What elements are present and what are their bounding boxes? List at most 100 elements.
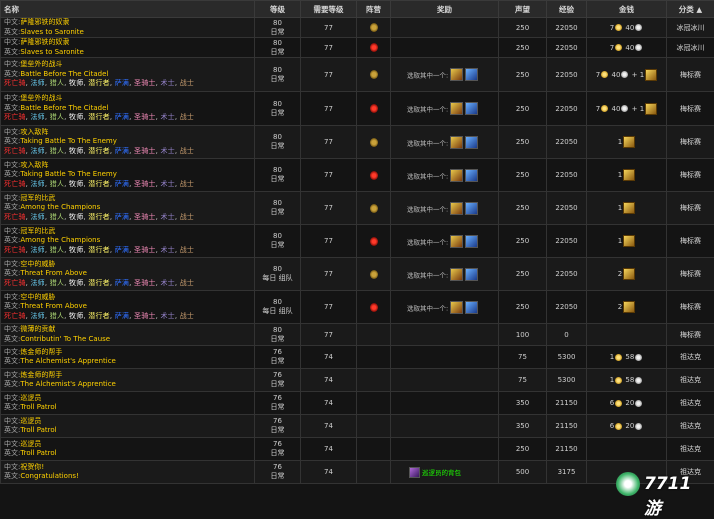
table-row[interactable]: 中文:祝贺你!英文:Congratulations!76日常74巡逻员的背包50… <box>1 461 714 484</box>
quest-name-cn[interactable]: 攻入敌阵 <box>20 161 48 169</box>
category-cell[interactable]: 祖达克 <box>667 415 714 438</box>
table-row[interactable]: 中文:炼金师的帮手英文:The Alchemist's Apprentice76… <box>1 346 714 369</box>
class-lock[interactable]: 术士 <box>160 147 174 155</box>
class-dk[interactable]: 死亡骑 <box>4 312 26 320</box>
table-row[interactable]: 中文:巡逻员英文:Troll Patrol76日常7425021150祖达克 <box>1 438 714 461</box>
class-rogue[interactable]: 潜行者 <box>88 79 110 87</box>
table-row[interactable]: 中文:冠军的比武英文:Among the Champions死亡骑, 法师, 猎… <box>1 225 714 258</box>
class-hunter[interactable]: 猎人 <box>50 312 64 320</box>
quest-name-cn[interactable]: 微薄的贡献 <box>20 325 55 333</box>
table-row[interactable]: 中文:堡垒外的战斗英文:Battle Before The Citadel死亡骑… <box>1 92 714 126</box>
category-cell[interactable]: 梅标赛 <box>667 324 714 346</box>
class-shaman[interactable]: 萨满 <box>115 180 129 188</box>
class-priest[interactable]: 牧师 <box>69 79 83 87</box>
table-row[interactable]: 中文:攻入敌阵英文:Taking Battle To The Enemy死亡骑,… <box>1 126 714 159</box>
class-hunter[interactable]: 猎人 <box>50 279 64 287</box>
header-rep[interactable]: 声望 <box>499 1 547 18</box>
table-row[interactable]: 中文:萨隆邪铁的奴隶英文:Slaves to Saronite80日常77250… <box>1 38 714 58</box>
quest-name-cn[interactable]: 巡逻员 <box>20 440 41 448</box>
class-priest[interactable]: 牧师 <box>69 213 83 221</box>
class-warrior[interactable]: 战士 <box>180 312 194 320</box>
class-rogue[interactable]: 潜行者 <box>88 213 110 221</box>
class-lock[interactable]: 术士 <box>160 312 174 320</box>
class-warrior[interactable]: 战士 <box>180 147 194 155</box>
header-side[interactable]: 阵营 <box>357 1 391 18</box>
table-row[interactable]: 中文:炼金师的帮手英文:The Alchemist's Apprentice76… <box>1 369 714 392</box>
reward-item-icon[interactable] <box>465 136 478 149</box>
class-mage[interactable]: 法师 <box>30 79 44 87</box>
table-row[interactable]: 中文:空中的威胁英文:Threat From Above死亡骑, 法师, 猎人,… <box>1 258 714 291</box>
quest-name-en[interactable]: The Alchemist's Apprentice <box>20 357 116 365</box>
class-shaman[interactable]: 萨满 <box>115 246 129 254</box>
class-shaman[interactable]: 萨满 <box>115 147 129 155</box>
header-req-level[interactable]: 需要等级 <box>301 1 357 18</box>
reward-item-icon[interactable] <box>465 235 478 248</box>
class-paladin[interactable]: 圣骑士 <box>134 147 156 155</box>
class-mage[interactable]: 法师 <box>30 246 44 254</box>
quest-name-en[interactable]: Contributin' To The Cause <box>20 335 110 343</box>
reward-item-icon[interactable] <box>465 102 478 115</box>
class-dk[interactable]: 死亡骑 <box>4 246 26 254</box>
class-dk[interactable]: 死亡骑 <box>4 79 26 87</box>
class-mage[interactable]: 法师 <box>30 147 44 155</box>
reward-item-icon[interactable] <box>450 235 463 248</box>
quest-name-cn[interactable]: 祝贺你! <box>20 463 44 471</box>
reward-item-icon[interactable] <box>465 202 478 215</box>
category-cell[interactable]: 梅标赛 <box>667 126 714 159</box>
class-rogue[interactable]: 潜行者 <box>88 279 110 287</box>
class-dk[interactable]: 死亡骑 <box>4 113 26 121</box>
table-row[interactable]: 中文:冠军的比武英文:Among the Champions死亡骑, 法师, 猎… <box>1 192 714 225</box>
class-dk[interactable]: 死亡骑 <box>4 279 26 287</box>
quest-name-cn[interactable]: 空中的威胁 <box>20 293 55 301</box>
class-paladin[interactable]: 圣骑士 <box>134 312 156 320</box>
header-level[interactable]: 等级 <box>255 1 301 18</box>
class-mage[interactable]: 法师 <box>30 312 44 320</box>
header-xp[interactable]: 经验 <box>547 1 587 18</box>
quest-name-cn[interactable]: 炼金师的帮手 <box>20 348 62 356</box>
quest-name-en[interactable]: The Alchemist's Apprentice <box>20 380 116 388</box>
table-row[interactable]: 中文:巡逻员英文:Troll Patrol76日常74350211506 20祖… <box>1 392 714 415</box>
class-warrior[interactable]: 战士 <box>180 79 194 87</box>
quest-name-cn[interactable]: 炼金师的帮手 <box>20 371 62 379</box>
header-money[interactable]: 金钱 <box>587 1 667 18</box>
class-shaman[interactable]: 萨满 <box>115 79 129 87</box>
quest-name-en[interactable]: Among the Champions <box>20 203 100 211</box>
class-paladin[interactable]: 圣骑士 <box>134 113 156 121</box>
table-row[interactable]: 中文:微薄的贡献英文:Contributin' To The Cause80日常… <box>1 324 714 346</box>
category-cell[interactable]: 祖达克 <box>667 438 714 461</box>
quest-name-en[interactable]: Threat From Above <box>20 269 87 277</box>
table-row[interactable]: 中文:巡逻员英文:Troll Patrol76日常74350211506 20祖… <box>1 415 714 438</box>
reward-bag-link[interactable]: 巡逻员的背包 <box>422 469 461 477</box>
quest-name-cn[interactable]: 巡逻员 <box>20 394 41 402</box>
category-cell[interactable]: 祖达克 <box>667 369 714 392</box>
class-mage[interactable]: 法师 <box>30 180 44 188</box>
quest-name-cn[interactable]: 空中的威胁 <box>20 260 55 268</box>
class-rogue[interactable]: 潜行者 <box>88 113 110 121</box>
class-hunter[interactable]: 猎人 <box>50 79 64 87</box>
header-rewards[interactable]: 奖励 <box>391 1 499 18</box>
quest-name-en[interactable]: Slaves to Saronite <box>20 28 83 36</box>
class-rogue[interactable]: 潜行者 <box>88 180 110 188</box>
reward-item-icon[interactable] <box>450 301 463 314</box>
category-cell[interactable]: 祖达克 <box>667 346 714 369</box>
class-hunter[interactable]: 猎人 <box>50 246 64 254</box>
reward-item-icon[interactable] <box>465 268 478 281</box>
class-priest[interactable]: 牧师 <box>69 180 83 188</box>
class-paladin[interactable]: 圣骑士 <box>134 246 156 254</box>
category-cell[interactable]: 梅标赛 <box>667 192 714 225</box>
reward-item-icon[interactable] <box>450 202 463 215</box>
class-shaman[interactable]: 萨满 <box>115 312 129 320</box>
table-row[interactable]: 中文:空中的威胁英文:Threat From Above死亡骑, 法师, 猎人,… <box>1 291 714 324</box>
quest-name-en[interactable]: Threat From Above <box>20 302 87 310</box>
class-lock[interactable]: 术士 <box>160 213 174 221</box>
category-cell[interactable]: 梅标赛 <box>667 291 714 324</box>
class-priest[interactable]: 牧师 <box>69 113 83 121</box>
class-warrior[interactable]: 战士 <box>180 279 194 287</box>
quest-name-cn[interactable]: 堡垒外的战斗 <box>20 60 62 68</box>
reward-item-icon[interactable] <box>465 301 478 314</box>
class-lock[interactable]: 术士 <box>160 79 174 87</box>
class-paladin[interactable]: 圣骑士 <box>134 279 156 287</box>
quest-name-cn[interactable]: 冠军的比武 <box>20 227 55 235</box>
class-lock[interactable]: 术士 <box>160 246 174 254</box>
class-dk[interactable]: 死亡骑 <box>4 147 26 155</box>
